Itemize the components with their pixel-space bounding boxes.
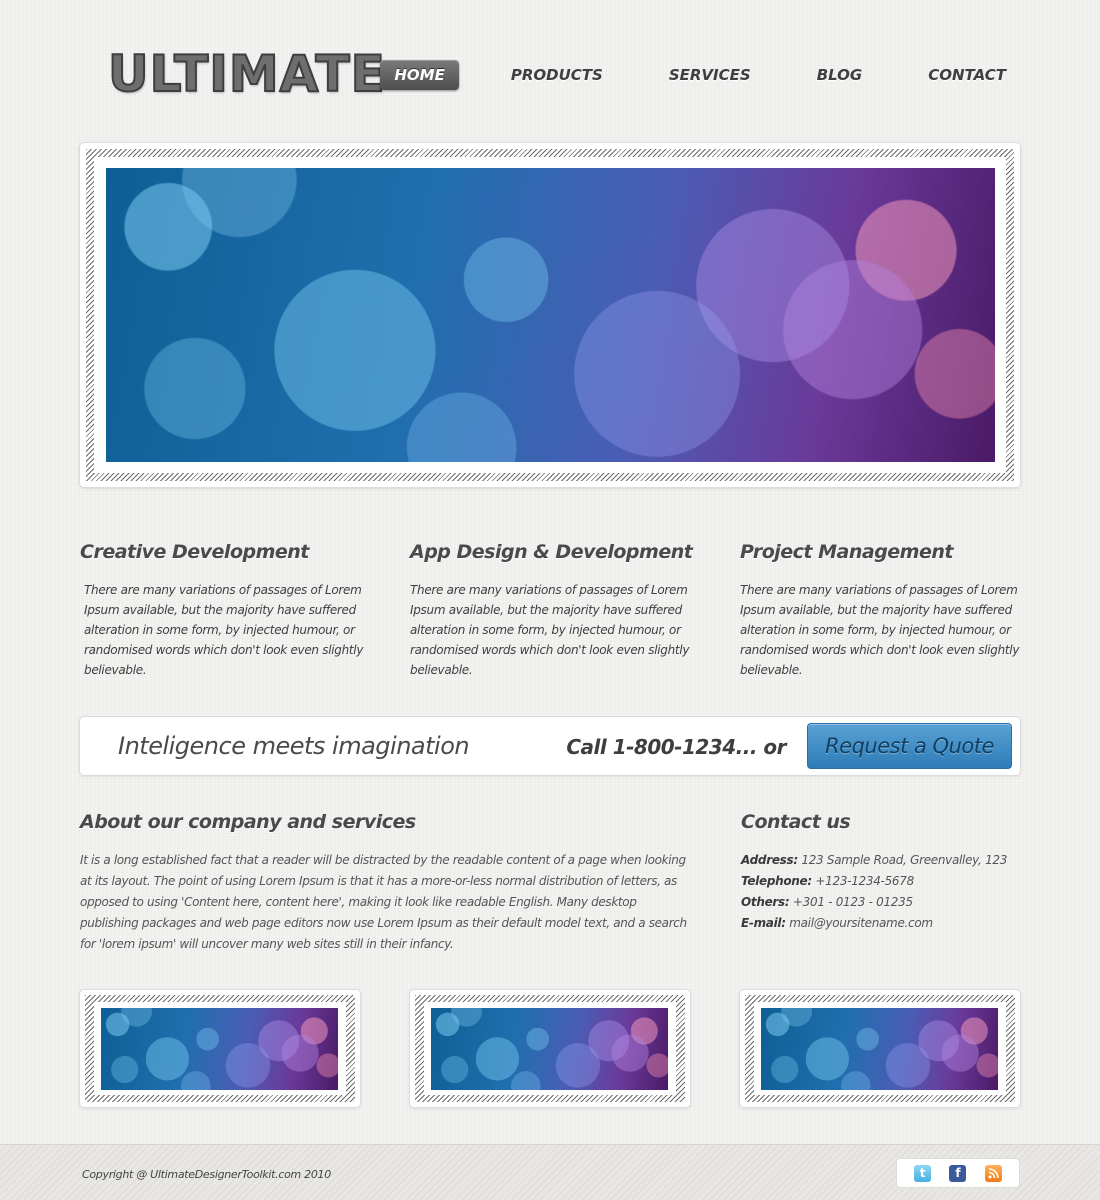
thumbnail-image xyxy=(101,1008,338,1090)
hero-image xyxy=(106,168,995,462)
hero-banner xyxy=(79,142,1021,488)
contact-telephone: Telephone: +123-1234-5678 xyxy=(741,871,1041,892)
thumbnail-1[interactable] xyxy=(79,989,361,1108)
request-quote-button[interactable]: Request a Quote xyxy=(807,723,1012,769)
contact-email: E-mail: mail@yoursitename.com xyxy=(741,913,1041,934)
site-logo[interactable]: ULTIMATE xyxy=(107,44,386,104)
about-text: It is a long established fact that a rea… xyxy=(80,853,687,951)
nav-home[interactable]: HOME xyxy=(380,60,459,90)
feature-text: There are many variations of passages of… xyxy=(84,583,364,677)
feature-title: Project Management xyxy=(740,541,953,563)
email-link[interactable]: mail@yoursitename.com xyxy=(789,916,933,930)
feature-text: There are many variations of passages of… xyxy=(740,583,1020,677)
twitter-icon[interactable]: t xyxy=(914,1164,932,1182)
footer: Copyright @ UltimateDesignerToolkit.com … xyxy=(0,1144,1100,1200)
thumbnail-3[interactable] xyxy=(739,989,1021,1108)
cta-bar: Inteligence meets imagination Call 1-800… xyxy=(79,716,1021,776)
about-title: About our company and services xyxy=(80,811,416,833)
main-nav: HOME PRODUCTS SERVICES BLOG CONTACT xyxy=(380,60,1020,90)
feature-title: Creative Development xyxy=(80,541,309,563)
nav-services[interactable]: SERVICES xyxy=(655,60,765,90)
nav-blog[interactable]: BLOG xyxy=(803,60,877,90)
contact-value: +123-1234-5678 xyxy=(815,874,914,888)
thumbnail-image xyxy=(431,1008,668,1090)
contact-label: E-mail: xyxy=(741,916,786,930)
rss-icon[interactable] xyxy=(984,1164,1002,1182)
contact-value: 123 Sample Road, Greenvalley, 123 xyxy=(801,853,1008,867)
feature-app-design: App Design & Development There are many … xyxy=(410,538,700,680)
copyright-text: Copyright @ UltimateDesignerToolkit.com … xyxy=(82,1168,331,1181)
cta-tagline: Inteligence meets imagination xyxy=(118,732,470,760)
feature-creative-development: Creative Development There are many vari… xyxy=(80,538,370,680)
contact-value: +301 - 0123 - 01235 xyxy=(792,895,913,909)
contact-address: Address: 123 Sample Road, Greenvalley, 1… xyxy=(741,850,1041,871)
rss-glyph xyxy=(988,1167,999,1178)
feature-title: App Design & Development xyxy=(410,541,693,563)
contact-details: Address: 123 Sample Road, Greenvalley, 1… xyxy=(741,850,1041,934)
facebook-icon[interactable]: f xyxy=(949,1164,967,1182)
thumbnail-image xyxy=(761,1008,998,1090)
contact-label: Address: xyxy=(741,853,798,867)
feature-text: There are many variations of passages of… xyxy=(410,583,690,677)
contact-label: Others: xyxy=(741,895,790,909)
cta-phone: Call 1-800-1234... or xyxy=(566,735,786,759)
contact-title: Contact us xyxy=(741,811,851,833)
nav-contact[interactable]: CONTACT xyxy=(914,60,1020,90)
contact-label: Telephone: xyxy=(741,874,812,888)
feature-project-management: Project Management There are many variat… xyxy=(740,538,1030,680)
contact-others: Others: +301 - 0123 - 01235 xyxy=(741,892,1041,913)
nav-products[interactable]: PRODUCTS xyxy=(497,60,617,90)
thumbnail-2[interactable] xyxy=(409,989,691,1108)
social-links: t f xyxy=(896,1158,1020,1188)
